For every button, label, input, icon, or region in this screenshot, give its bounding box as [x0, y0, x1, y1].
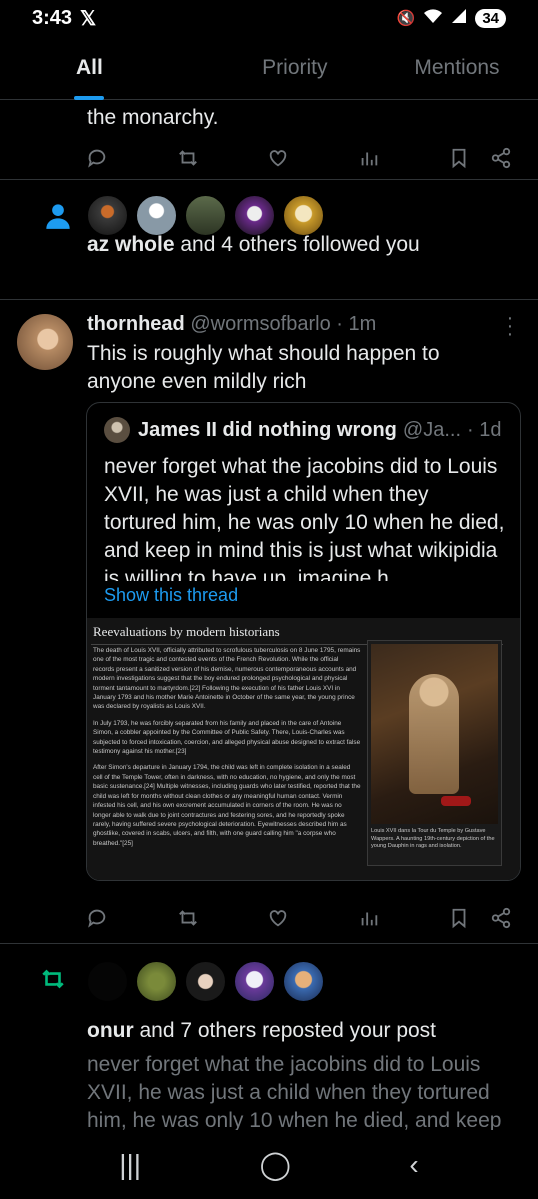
wiki-figure: Louis XVII dans la Tour du Temple by Gus…	[367, 640, 502, 866]
views-icon	[358, 907, 380, 929]
tab-priority[interactable]: Priority	[214, 36, 376, 99]
quote-author-name[interactable]: James II did nothing wrong	[138, 419, 397, 442]
quote-text: never forget what the jacobins did to Lo…	[104, 455, 505, 581]
tab-mentions[interactable]: Mentions	[376, 36, 538, 99]
wiki-paragraph: In July 1793, he was forcibly separated …	[93, 719, 361, 756]
reply-icon	[86, 907, 108, 929]
author-name[interactable]: thornhead	[87, 313, 185, 335]
status-bar: 3:43 𝕏 🔇 34	[0, 0, 538, 36]
avatar[interactable]	[135, 960, 178, 1003]
wifi-icon	[423, 8, 443, 28]
avatar[interactable]	[86, 960, 129, 1003]
wiki-body: The death of Louis XVII, officially attr…	[93, 646, 361, 855]
views-icon	[358, 147, 380, 169]
notification-tabs: All Priority Mentions	[0, 36, 538, 100]
signal-icon	[451, 8, 467, 28]
x-logo-icon: 𝕏	[80, 7, 97, 30]
mute-icon: 🔇	[396, 10, 416, 27]
system-nav-bar: ||| ◯ ‹	[0, 1130, 538, 1199]
avatar[interactable]	[104, 417, 130, 443]
avatar[interactable]	[233, 960, 276, 1003]
avatar[interactable]	[17, 314, 73, 370]
quote-time: · 1d	[467, 418, 502, 441]
tweet-time: · 1m	[336, 313, 377, 335]
wiki-caption: Louis XVII dans la Tour du Temple by Gus…	[371, 828, 495, 849]
tweet-actions	[0, 892, 538, 944]
more-icon[interactable]: · · ·	[505, 308, 515, 344]
avatar[interactable]	[282, 960, 325, 1003]
share-icon[interactable]	[490, 907, 512, 929]
repost-button[interactable]	[177, 907, 268, 929]
follower-name[interactable]: az whole	[87, 233, 175, 256]
heart-icon	[267, 147, 289, 169]
tab-all-label: All	[76, 55, 103, 79]
avatar[interactable]	[184, 960, 227, 1003]
quote-header: James II did nothing wrong @Ja... · 1d	[87, 403, 520, 443]
like-button[interactable]	[267, 147, 358, 169]
status-icons: 🔇 34	[397, 8, 506, 28]
like-button[interactable]	[267, 907, 358, 929]
repost-summary: onur and 7 others reposted your post	[87, 1017, 436, 1045]
notification-feed[interactable]: the monarchy. az whole and 4 others foll…	[0, 100, 538, 1130]
battery-badge: 34	[475, 8, 506, 28]
tab-priority-label: Priority	[262, 55, 328, 79]
tab-all[interactable]: All	[0, 36, 214, 100]
repost-icon	[40, 966, 66, 997]
views-button[interactable]	[358, 907, 449, 929]
bookmark-icon[interactable]	[448, 147, 470, 169]
repost-rest: and 7 others reposted your post	[133, 1019, 437, 1042]
reply-button[interactable]	[86, 147, 177, 169]
notification-previous-post[interactable]: the monarchy.	[0, 100, 538, 180]
back-icon[interactable]: ‹	[409, 1149, 418, 1181]
quote-image[interactable]: Reevaluations by modern historians The d…	[87, 618, 520, 880]
recent-apps-icon[interactable]: |||	[119, 1149, 141, 1181]
reposter-name[interactable]: onur	[87, 1019, 134, 1042]
reposted-post-text: never forget what the jacobins did to Lo…	[87, 1053, 502, 1130]
bookmark-icon[interactable]	[448, 907, 470, 929]
repost-icon	[177, 147, 199, 169]
reply-button[interactable]	[86, 907, 177, 929]
reposter-avatars	[86, 960, 325, 1003]
repost-button[interactable]	[177, 147, 268, 169]
follow-rest: and 4 others followed you	[174, 233, 420, 256]
notification-follow[interactable]: az whole and 4 others followed you	[0, 180, 538, 300]
painting-image	[371, 644, 498, 824]
post-actions	[0, 132, 538, 184]
quote-author-handle[interactable]: @Ja...	[403, 419, 461, 442]
quoted-tweet[interactable]: James II did nothing wrong @Ja... · 1d n…	[86, 402, 521, 881]
repost-icon	[177, 907, 199, 929]
home-icon[interactable]: ◯	[260, 1148, 291, 1181]
wiki-paragraph: After Simon's departure in January 1794,…	[93, 764, 361, 847]
heart-icon	[267, 907, 289, 929]
post-text: the monarchy.	[87, 106, 219, 129]
wiki-paragraph: The death of Louis XVII, officially attr…	[93, 647, 361, 711]
views-button[interactable]	[358, 147, 449, 169]
tweet-text: This is roughly what should happen to an…	[87, 342, 440, 393]
tweet-header: thornhead @wormsofbarlo · 1m	[87, 313, 376, 336]
notification-tweet[interactable]: thornhead @wormsofbarlo · 1m · · · This is…	[0, 300, 538, 944]
follow-text: az whole and 4 others followed you	[87, 231, 420, 259]
author-handle[interactable]: @wormsofbarlo	[190, 313, 330, 335]
share-icon[interactable]	[490, 147, 512, 169]
tab-mentions-label: Mentions	[414, 55, 500, 79]
notification-repost[interactable]: onur and 7 others reposted your post nev…	[0, 944, 538, 1130]
person-icon	[44, 202, 72, 235]
clock: 3:43	[32, 6, 73, 29]
reply-icon	[86, 147, 108, 169]
show-thread-link[interactable]: Show this thread	[87, 581, 520, 606]
